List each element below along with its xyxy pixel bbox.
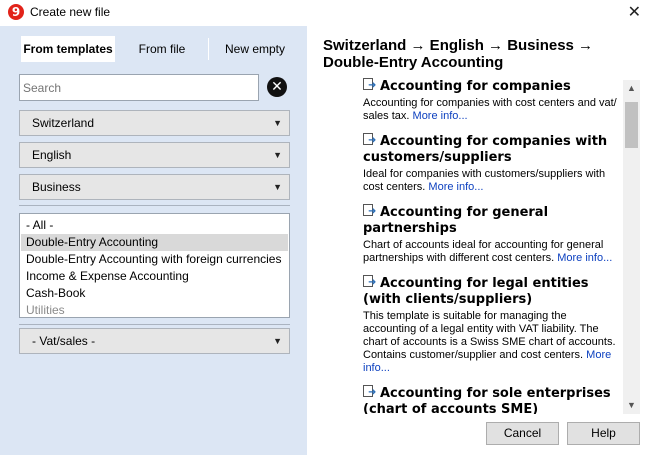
app-logo-icon: 9 xyxy=(8,4,24,20)
list-item-double-entry-foreign[interactable]: Double-Entry Accounting with foreign cur… xyxy=(21,251,288,268)
template-title[interactable]: ➜ Accounting for legal entities (with cli… xyxy=(363,275,617,308)
template-description: Accounting for companies with cost cente… xyxy=(363,97,617,123)
breadcrumb: Switzerland → English → Business → Doubl… xyxy=(323,37,594,71)
template-title[interactable]: ➜ Accounting for general partnerships xyxy=(363,204,617,237)
template-description: Ideal for companies with customers/suppl… xyxy=(363,168,617,194)
chevron-down-icon: ▼ xyxy=(273,118,282,128)
template-item[interactable]: ➜ Accounting for companies Accounting for… xyxy=(363,78,617,123)
template-description: Chart of accounts ideal for accounting f… xyxy=(363,239,617,265)
clear-search-icon[interactable]: ✕ xyxy=(267,77,287,97)
tab-divider xyxy=(208,38,209,60)
template-type-list: - All - Double-Entry Accounting Double-E… xyxy=(19,213,290,318)
scroll-down-icon[interactable]: ▼ xyxy=(623,397,640,414)
language-dropdown[interactable]: English ▼ xyxy=(19,142,290,168)
template-description-text: Ideal for companies with customers/suppl… xyxy=(363,168,606,193)
template-title-text: Accounting for legal entities (with clie… xyxy=(363,276,589,307)
window-title: Create new file xyxy=(30,5,111,19)
category-dropdown[interactable]: Business ▼ xyxy=(19,174,290,200)
more-info-link[interactable]: More info... xyxy=(413,110,468,122)
divider xyxy=(19,205,290,206)
country-dropdown-value: Switzerland xyxy=(32,116,95,130)
template-document-icon: ➜ xyxy=(363,78,378,92)
template-item[interactable]: ➜ Accounting for companies with customers… xyxy=(363,133,617,194)
vat-dropdown[interactable]: - Vat/sales - ▼ xyxy=(19,328,290,354)
list-item-all[interactable]: - All - xyxy=(21,217,288,234)
tab-from-file[interactable]: From file xyxy=(128,36,196,62)
template-item[interactable]: ➜ Accounting for general partnerships Cha… xyxy=(363,204,617,265)
category-dropdown-value: Business xyxy=(32,180,81,194)
chevron-down-icon: ▼ xyxy=(273,150,282,160)
template-description-text: This template is suitable for managing t… xyxy=(363,310,616,361)
chevron-down-icon: ▼ xyxy=(273,182,282,192)
list-item-cash-book[interactable]: Cash-Book xyxy=(21,285,288,302)
scrollbar-thumb[interactable] xyxy=(625,102,638,148)
close-icon[interactable]: ✕ xyxy=(628,2,641,21)
template-title-text: Accounting for sole enterprises (chart o… xyxy=(363,386,611,414)
template-description: This template is suitable for managing t… xyxy=(363,310,617,375)
divider xyxy=(19,324,290,325)
language-dropdown-value: English xyxy=(32,148,72,162)
template-title-text: Accounting for companies xyxy=(380,79,571,94)
create-new-file-dialog: 9 Create new file ✕ From templates From … xyxy=(0,0,651,455)
search-input[interactable] xyxy=(19,74,259,101)
template-description-text: Accounting for companies with cost cente… xyxy=(363,97,617,122)
list-item-double-entry[interactable]: Double-Entry Accounting xyxy=(21,234,288,251)
country-dropdown[interactable]: Switzerland ▼ xyxy=(19,110,290,136)
template-title[interactable]: ➜ Accounting for companies with customers… xyxy=(363,133,617,166)
template-document-icon: ➜ xyxy=(363,385,378,399)
template-title[interactable]: ➜ Accounting for sole enterprises (chart … xyxy=(363,385,617,414)
template-document-icon: ➜ xyxy=(363,275,378,289)
template-item[interactable]: ➜ Accounting for legal entities (with cli… xyxy=(363,275,617,375)
source-tabs: From templates From file New empty xyxy=(14,36,296,62)
template-title-text: Accounting for companies with customers/… xyxy=(363,134,608,165)
tab-from-templates[interactable]: From templates xyxy=(21,36,115,62)
template-item[interactable]: ➜ Accounting for sole enterprises (chart … xyxy=(363,385,617,414)
template-title-text: Accounting for general partnerships xyxy=(363,205,549,236)
chevron-down-icon: ▼ xyxy=(273,336,282,346)
template-results-list: ➜ Accounting for companies Accounting for… xyxy=(322,78,640,414)
more-info-link[interactable]: More info... xyxy=(557,252,612,264)
template-title[interactable]: ➜ Accounting for companies xyxy=(363,78,617,95)
filter-panel: From templates From file New empty ✕ Swi… xyxy=(0,26,307,455)
tab-new-empty[interactable]: New empty xyxy=(214,36,296,62)
cancel-button[interactable]: Cancel xyxy=(486,422,559,445)
help-button[interactable]: Help xyxy=(567,422,640,445)
scroll-up-icon[interactable]: ▲ xyxy=(623,80,640,97)
more-info-link[interactable]: More info... xyxy=(428,181,483,193)
title-bar: 9 Create new file ✕ xyxy=(0,0,651,26)
template-document-icon: ➜ xyxy=(363,133,378,147)
list-item-utilities[interactable]: Utilities xyxy=(21,302,288,319)
template-document-icon: ➜ xyxy=(363,204,378,218)
templates-panel: Switzerland → English → Business → Doubl… xyxy=(307,26,651,455)
vat-dropdown-value: - Vat/sales - xyxy=(32,334,96,348)
list-item-income-expense[interactable]: Income & Expense Accounting xyxy=(21,268,288,285)
results-scrollbar[interactable]: ▲ ▼ xyxy=(623,80,640,414)
